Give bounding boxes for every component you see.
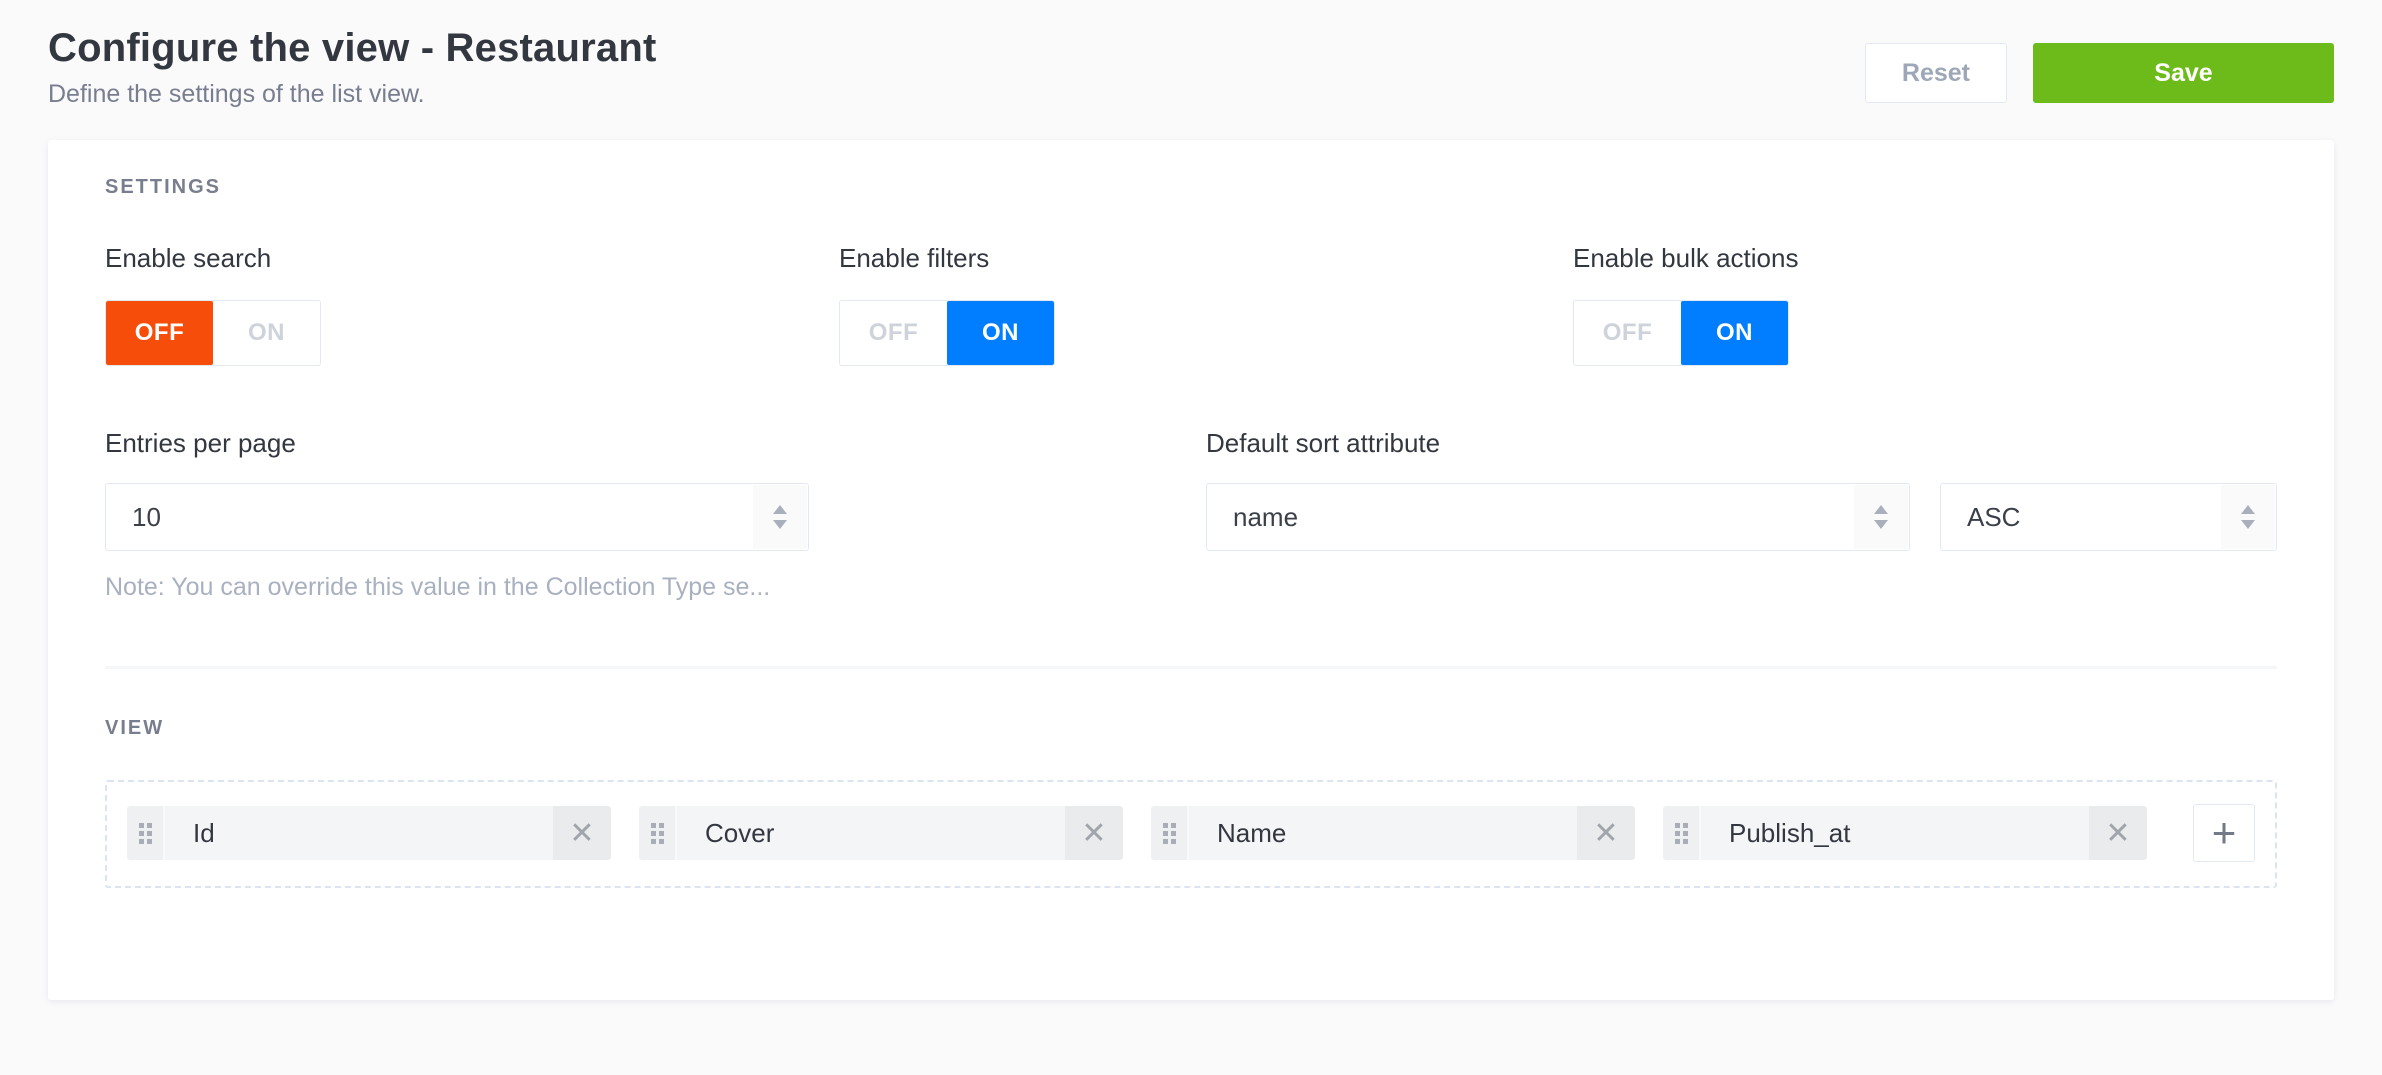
sort-order-field: ASC xyxy=(1940,428,2277,602)
inputs-row: Entries per page 10 Note: You can overri… xyxy=(105,428,2277,602)
enable-search-label: Enable search xyxy=(105,243,809,274)
enable-filters-on-option[interactable]: ON xyxy=(947,301,1054,365)
header-actions: Reset Save xyxy=(1865,43,2334,103)
entries-per-page-note: Note: You can override this value in the… xyxy=(105,573,809,602)
enable-search-off-option[interactable]: OFF xyxy=(106,301,213,365)
enable-search-field: Enable search OFF ON xyxy=(105,243,809,366)
drag-handle-icon[interactable] xyxy=(1663,806,1701,860)
entries-per-page-value: 10 xyxy=(132,502,161,533)
enable-bulk-actions-field: Enable bulk actions OFF ON xyxy=(1573,243,2277,366)
page-header-text: Configure the view - Restaurant Define t… xyxy=(48,26,657,109)
entries-per-page-field: Entries per page 10 Note: You can overri… xyxy=(105,428,809,602)
remove-field-icon[interactable]: ✕ xyxy=(2089,806,2147,860)
settings-section-title: SETTINGS xyxy=(105,176,2277,199)
enable-filters-toggle: OFF ON xyxy=(839,300,1055,366)
enable-bulk-actions-on-option[interactable]: ON xyxy=(1681,301,1788,365)
drag-handle-icon[interactable] xyxy=(1151,806,1189,860)
field-chip-label: Cover xyxy=(677,806,1065,860)
remove-field-icon[interactable]: ✕ xyxy=(1065,806,1123,860)
enable-filters-label: Enable filters xyxy=(839,243,1543,274)
field-chip-cover[interactable]: Cover ✕ xyxy=(639,806,1123,860)
select-spinner-icon[interactable] xyxy=(753,485,807,549)
save-button[interactable]: Save xyxy=(2033,43,2334,103)
configure-view-page: Configure the view - Restaurant Define t… xyxy=(0,0,2382,1000)
page-header: Configure the view - Restaurant Define t… xyxy=(48,0,2334,109)
remove-field-icon[interactable]: ✕ xyxy=(553,806,611,860)
sort-order-value: ASC xyxy=(1967,502,2020,533)
select-spinner-icon[interactable] xyxy=(2221,485,2275,549)
field-chip-label: Id xyxy=(165,806,553,860)
enable-bulk-actions-label: Enable bulk actions xyxy=(1573,243,2277,274)
entries-per-page-label: Entries per page xyxy=(105,428,809,459)
view-section: VIEW Id ✕ Cover ✕ xyxy=(105,717,2277,888)
section-divider xyxy=(105,666,2277,669)
page-title: Configure the view - Restaurant xyxy=(48,26,657,71)
field-chip-label: Name xyxy=(1189,806,1577,860)
enable-bulk-actions-off-option[interactable]: OFF xyxy=(1574,301,1681,365)
field-chip-id[interactable]: Id ✕ xyxy=(127,806,611,860)
label-spacer xyxy=(1940,428,2277,459)
default-sort-attribute-label: Default sort attribute xyxy=(1206,428,1910,459)
view-section-title: VIEW xyxy=(105,717,2277,740)
enable-filters-off-option[interactable]: OFF xyxy=(840,301,947,365)
page-subtitle: Define the settings of the list view. xyxy=(48,80,657,109)
reset-button[interactable]: Reset xyxy=(1865,43,2007,103)
default-sort-attribute-select[interactable]: name xyxy=(1206,483,1910,551)
add-field-button[interactable]: + xyxy=(2193,804,2255,862)
toggles-row: Enable search OFF ON Enable filters OFF … xyxy=(105,243,2277,366)
enable-search-toggle: OFF ON xyxy=(105,300,321,366)
grid-spacer xyxy=(839,428,1176,602)
remove-field-icon[interactable]: ✕ xyxy=(1577,806,1635,860)
select-spinner-icon[interactable] xyxy=(1854,485,1908,549)
enable-filters-field: Enable filters OFF ON xyxy=(839,243,1543,366)
settings-card: SETTINGS Enable search OFF ON Enable fil… xyxy=(48,140,2334,1000)
field-drop-zone: Id ✕ Cover ✕ Name ✕ xyxy=(105,780,2277,888)
default-sort-attribute-field: Default sort attribute name xyxy=(1206,428,1910,602)
entries-per-page-select[interactable]: 10 xyxy=(105,483,809,551)
field-chip-publish-at[interactable]: Publish_at ✕ xyxy=(1663,806,2147,860)
field-chip-name[interactable]: Name ✕ xyxy=(1151,806,1635,860)
enable-bulk-actions-toggle: OFF ON xyxy=(1573,300,1789,366)
field-chip-label: Publish_at xyxy=(1701,806,2089,860)
drag-handle-icon[interactable] xyxy=(127,806,165,860)
sort-order-select[interactable]: ASC xyxy=(1940,483,2277,551)
enable-search-on-option[interactable]: ON xyxy=(213,301,320,365)
drag-handle-icon[interactable] xyxy=(639,806,677,860)
default-sort-attribute-value: name xyxy=(1233,502,1298,533)
